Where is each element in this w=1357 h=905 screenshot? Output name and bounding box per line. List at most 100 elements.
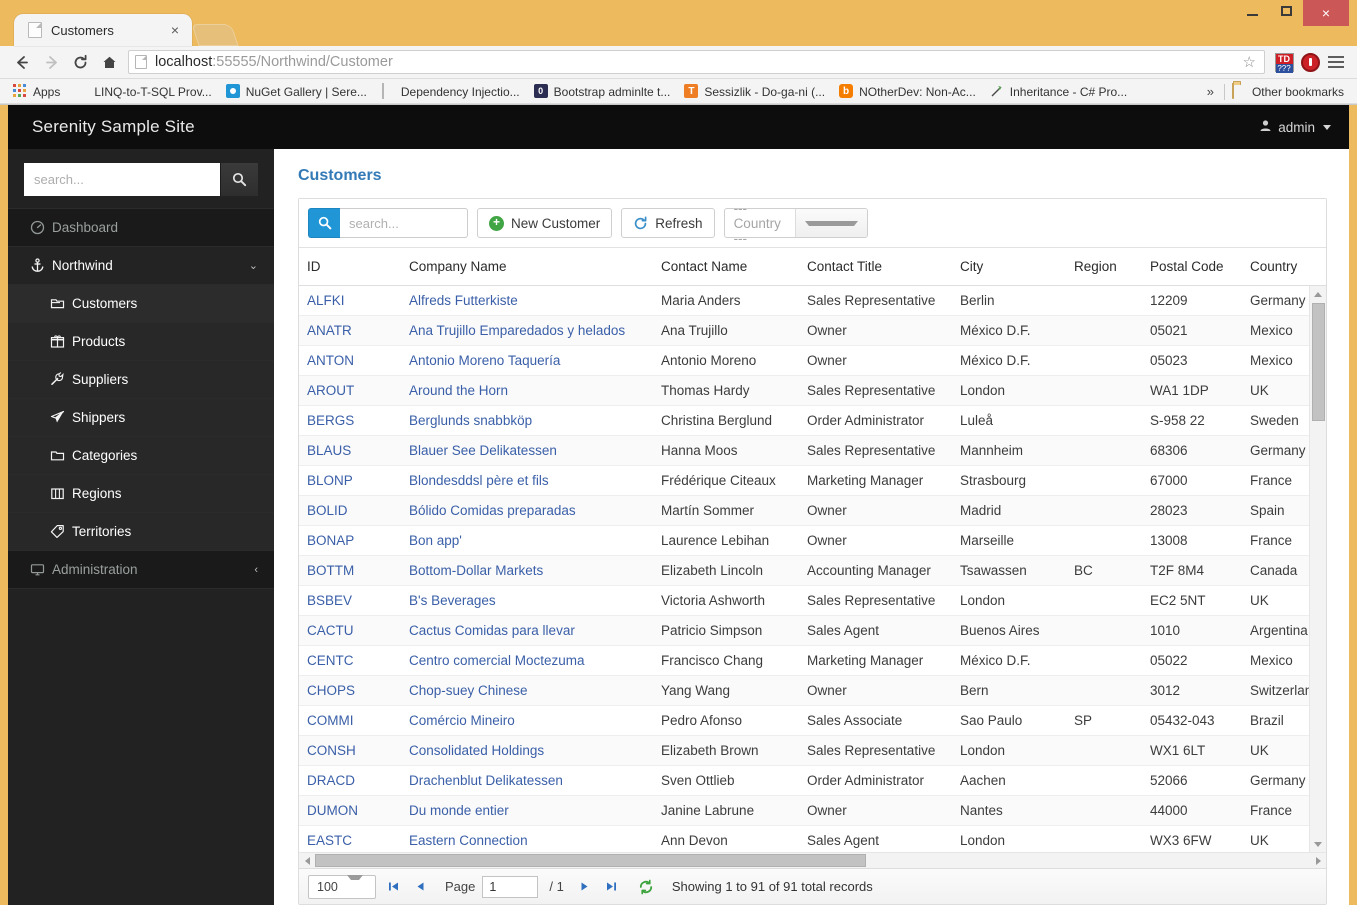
grid-horizontal-scrollbar[interactable]	[299, 852, 1326, 868]
scroll-left-icon[interactable]	[299, 853, 315, 869]
quick-search-input[interactable]	[340, 208, 468, 238]
cell-company-name[interactable]: Du monde entier	[401, 796, 653, 825]
cell-id[interactable]: EASTC	[299, 826, 401, 852]
bookmarks-overflow-icon[interactable]: »	[1197, 84, 1224, 99]
tab-close-icon[interactable]: ×	[166, 23, 184, 37]
app-brand[interactable]: Serenity Sample Site	[32, 117, 195, 137]
scroll-right-icon[interactable]	[1310, 853, 1326, 869]
address-bar[interactable]: localhost:55555/Northwind/Customer ☆	[128, 50, 1265, 74]
cell-company-name[interactable]: Bólido Comidas preparadas	[401, 496, 653, 525]
cell-id[interactable]: BOTTM	[299, 556, 401, 585]
sidebar-item-administration[interactable]: Administration ‹	[8, 550, 274, 589]
cell-id[interactable]: CACTU	[299, 616, 401, 645]
column-header-city[interactable]: City	[952, 248, 1066, 285]
cell-id[interactable]: ALFKI	[299, 286, 401, 315]
table-row[interactable]: AROUT Around the Horn Thomas Hardy Sales Re…	[299, 376, 1309, 406]
table-row[interactable]: EASTC Eastern Connection Ann Devon Sales Ag…	[299, 826, 1309, 852]
column-header-country[interactable]: Country	[1242, 248, 1349, 285]
sidebar-item-customers[interactable]: Customers	[8, 284, 274, 323]
cell-id[interactable]: BLAUS	[299, 436, 401, 465]
sidebar-item-regions[interactable]: Regions	[8, 474, 274, 513]
table-row[interactable]: DUMON Du monde entier Janine Labrune Owner N…	[299, 796, 1309, 826]
reload-icon[interactable]	[66, 49, 95, 75]
cell-company-name[interactable]: Blondesddsl père et fils	[401, 466, 653, 495]
table-row[interactable]: CENTC Centro comercial Moctezuma Francisco…	[299, 646, 1309, 676]
bookmark-notherdev[interactable]: b NOtherDev: Non-Ac...	[832, 82, 983, 102]
search-icon[interactable]	[308, 208, 340, 238]
first-page-button[interactable]	[383, 876, 403, 898]
table-row[interactable]: COMMI Comércio Mineiro Pedro Afonso Sales A…	[299, 706, 1309, 736]
page-number-input[interactable]	[482, 875, 539, 898]
cell-id[interactable]: AROUT	[299, 376, 401, 405]
cell-id[interactable]: COMMI	[299, 706, 401, 735]
cell-company-name[interactable]: B's Beverages	[401, 586, 653, 615]
cell-company-name[interactable]: Drachenblut Delikatessen	[401, 766, 653, 795]
cell-company-name[interactable]: Cactus Comidas para llevar	[401, 616, 653, 645]
cell-company-name[interactable]: Chop-suey Chinese	[401, 676, 653, 705]
adblock-extension-icon[interactable]	[1297, 49, 1323, 75]
cell-company-name[interactable]: Comércio Mineiro	[401, 706, 653, 735]
table-row[interactable]: BOTTM Bottom-Dollar Markets Elizabeth Linc…	[299, 556, 1309, 586]
bookmark-apps[interactable]: Apps	[6, 82, 67, 102]
cell-company-name[interactable]: Blauer See Delikatessen	[401, 436, 653, 465]
bookmark-linq[interactable]: LINQ-to-T-SQL Prov...	[67, 82, 218, 102]
column-header-company-name[interactable]: Company Name	[401, 248, 653, 285]
sidebar-item-northwind[interactable]: Northwind ⌄	[8, 246, 274, 285]
sidebar-item-categories[interactable]: Categories	[8, 436, 274, 475]
table-row[interactable]: CHOPS Chop-suey Chinese Yang Wang Owner Bern…	[299, 676, 1320, 706]
last-page-button[interactable]	[602, 876, 622, 898]
vertical-scroll-thumb[interactable]	[1312, 303, 1325, 421]
browser-tab-customers[interactable]: Customers ×	[14, 14, 192, 46]
column-header-postal-code[interactable]: Postal Code	[1142, 248, 1242, 285]
cell-id[interactable]: DUMON	[299, 796, 401, 825]
cell-id[interactable]: BERGS	[299, 406, 401, 435]
sidebar-item-suppliers[interactable]: Suppliers	[8, 360, 274, 399]
cell-company-name[interactable]: Berglunds snabbköp	[401, 406, 653, 435]
cell-company-name[interactable]: Bottom-Dollar Markets	[401, 556, 653, 585]
user-menu[interactable]: admin	[1259, 119, 1331, 135]
bookmark-dependency-injection[interactable]: Dependency Injectio...	[374, 82, 527, 102]
cell-company-name[interactable]: Eastern Connection	[401, 826, 653, 852]
other-bookmarks-button[interactable]: Other bookmarks	[1225, 82, 1351, 102]
table-row[interactable]: BLAUS Blauer See Delikatessen Hanna Moos Sa…	[299, 436, 1309, 466]
column-header-contact-name[interactable]: Contact Name	[653, 248, 799, 285]
sidebar-item-dashboard[interactable]: Dashboard	[8, 208, 274, 247]
refresh-button[interactable]: Refresh	[621, 208, 715, 238]
window-maximize-button[interactable]	[1269, 0, 1303, 22]
cell-company-name[interactable]: Consolidated Holdings	[401, 736, 653, 765]
cell-company-name[interactable]: Bon app'	[401, 526, 653, 555]
page-size-select[interactable]: 100	[308, 874, 376, 899]
chevron-down-icon[interactable]	[795, 209, 867, 237]
cell-id[interactable]: BONAP	[299, 526, 401, 555]
home-icon[interactable]	[95, 49, 124, 75]
cell-id[interactable]: CENTC	[299, 646, 401, 675]
cell-id[interactable]: CONSH	[299, 736, 401, 765]
bookmark-nuget[interactable]: NuGet Gallery | Sere...	[219, 82, 374, 102]
bookmark-bootstrap[interactable]: 0 Bootstrap adminlte t...	[527, 82, 678, 102]
cell-company-name[interactable]: Alfreds Futterkiste	[401, 286, 653, 315]
table-row[interactable]: BLONP Blondesddsl père et fils Frédérique …	[299, 466, 1309, 496]
horizontal-scroll-thumb[interactable]	[315, 853, 866, 867]
window-minimize-button[interactable]	[1235, 0, 1269, 22]
sidebar-item-products[interactable]: Products	[8, 322, 274, 361]
table-row[interactable]: ANATR Ana Trujillo Emparedados y helados A…	[299, 316, 1309, 346]
column-header-id[interactable]: ID	[299, 248, 401, 285]
cell-company-name[interactable]: Centro comercial Moctezuma	[401, 646, 653, 675]
cell-company-name[interactable]: Around the Horn	[401, 376, 653, 405]
new-tab-button[interactable]	[191, 24, 239, 46]
sidebar-search-button[interactable]	[220, 163, 258, 196]
tortoise-extension-icon[interactable]: TD ???	[1271, 49, 1297, 75]
bookmark-inheritance[interactable]: Inheritance - C# Pro...	[983, 82, 1134, 102]
forward-arrow-icon[interactable]	[37, 49, 66, 75]
column-header-region[interactable]: Region	[1066, 248, 1142, 285]
cell-id[interactable]: ANATR	[299, 316, 401, 345]
hamburger-menu-icon[interactable]	[1323, 49, 1349, 75]
sidebar-search-input[interactable]	[24, 163, 220, 196]
cell-id[interactable]: CHOPS	[299, 676, 401, 705]
sidebar-item-territories[interactable]: Territories	[8, 512, 274, 551]
new-customer-button[interactable]: + New Customer	[477, 208, 613, 238]
pager-refresh-button[interactable]	[635, 876, 657, 898]
table-row[interactable]: BERGS Berglunds snabbköp Christina Berglun…	[299, 406, 1309, 436]
country-filter-select[interactable]: --- Country ---	[723, 201, 868, 246]
table-row[interactable]: BONAP Bon app' Laurence Lebihan Owner Marsei…	[299, 526, 1309, 556]
